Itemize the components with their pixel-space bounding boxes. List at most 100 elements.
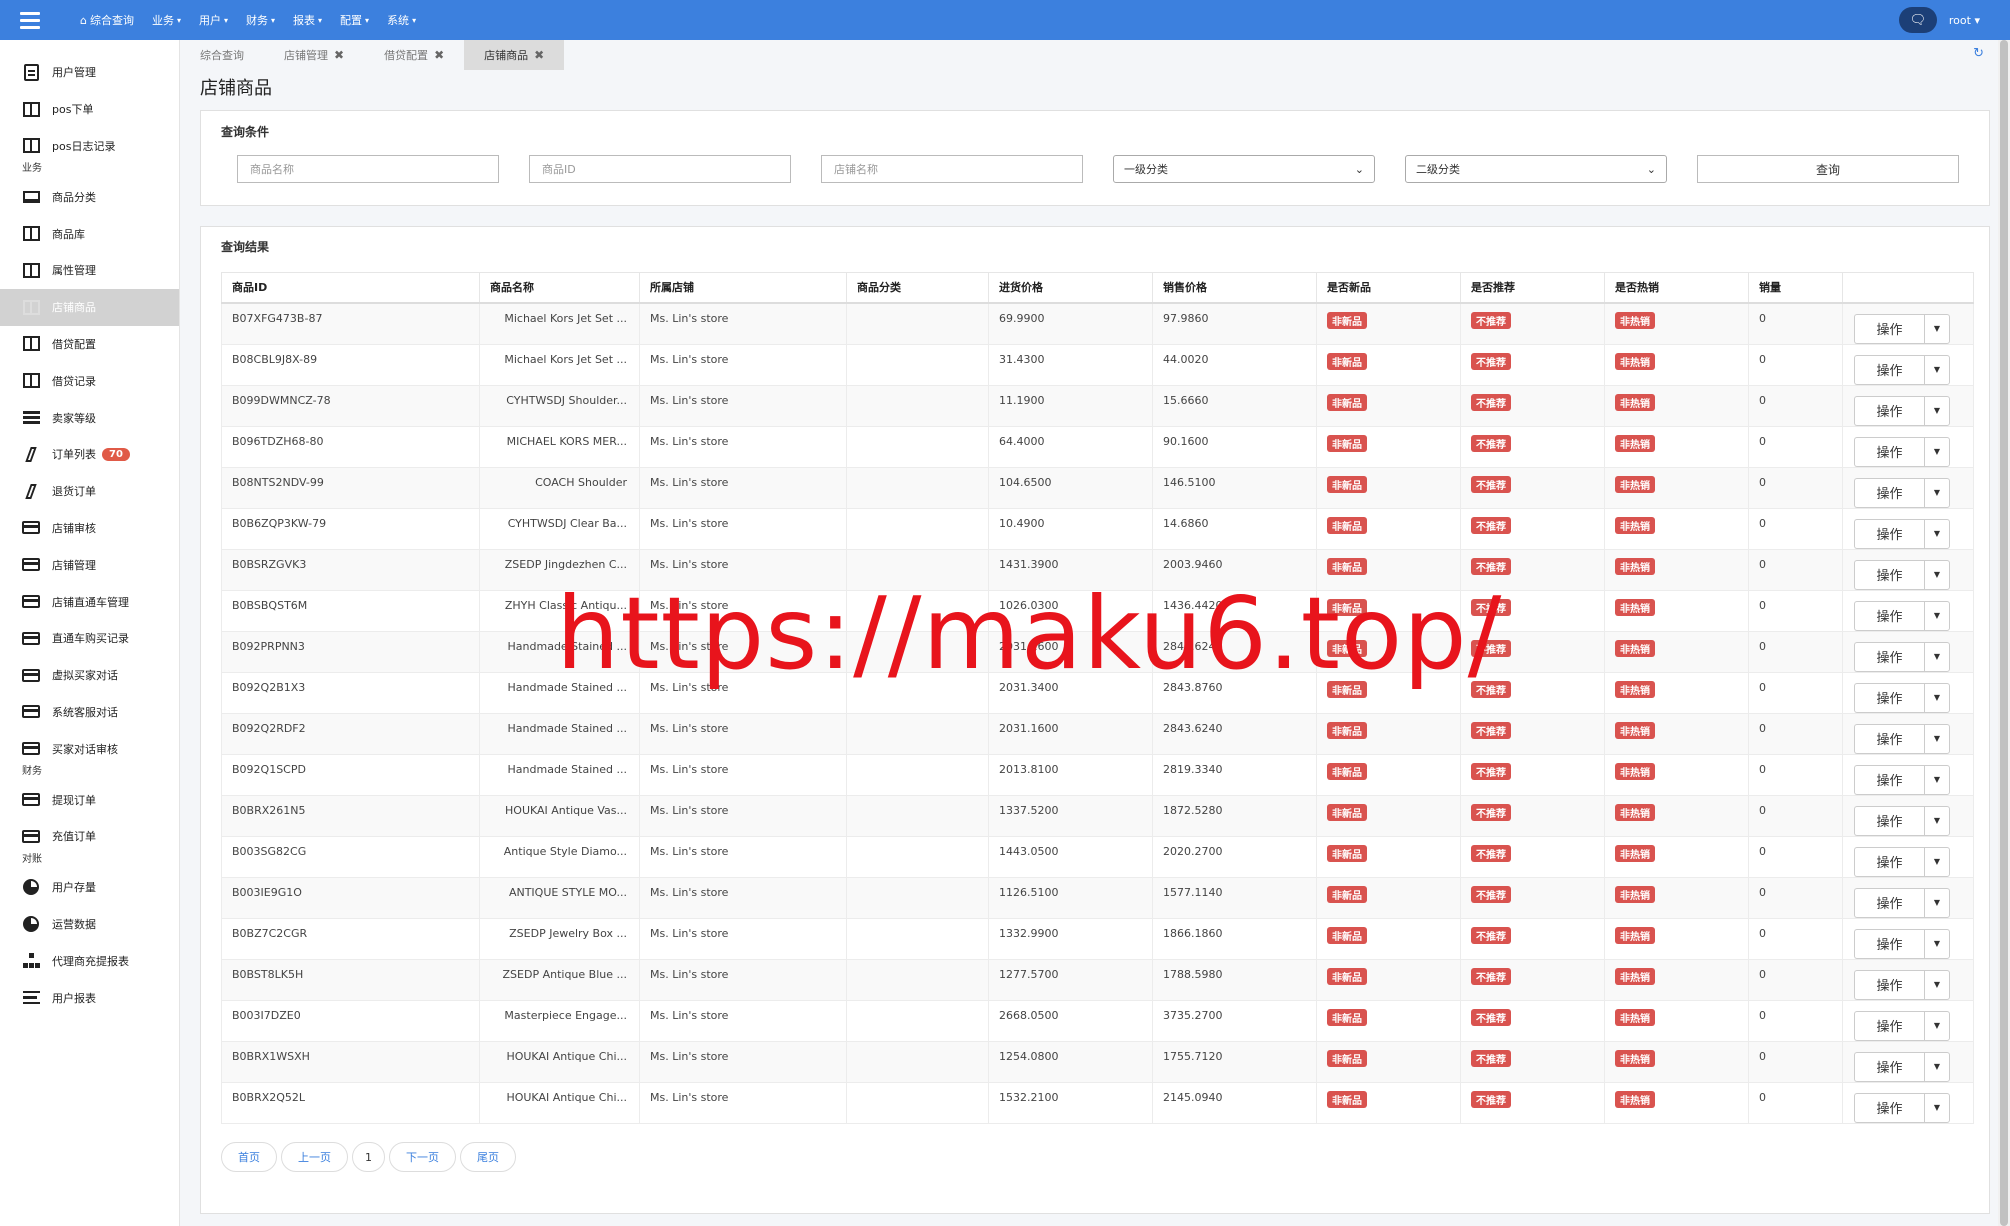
cell-product-name: Antique Style Diamo... [479,835,640,878]
sidebar-item[interactable]: 店铺审核 [0,510,179,547]
caret-down-icon[interactable]: ▼ [1924,1092,1950,1122]
last-page-button[interactable]: 尾页 [460,1142,516,1172]
sidebar-item[interactable]: pos日志记录 [0,128,179,165]
close-icon[interactable]: ✖ [334,48,344,62]
action-button[interactable]: 操作 [1854,723,1924,753]
scrollbar-thumb[interactable] [2000,40,2008,1226]
topnav-item[interactable]: 配置 ▾ [340,12,369,28]
caret-down-icon[interactable]: ▼ [1924,641,1950,671]
close-icon[interactable]: ✖ [434,48,444,62]
tab-item[interactable]: 店铺管理 ✖ [264,40,364,70]
action-button[interactable]: 操作 [1854,969,1924,999]
caret-down-icon[interactable]: ▼ [1924,887,1950,917]
sidebar-item[interactable]: 用户存量 [0,869,179,906]
action-button[interactable]: 操作 [1854,313,1924,344]
sidebar-item[interactable]: 买家对话审核 [0,730,179,767]
refresh-icon[interactable]: ↻ [1973,46,1984,61]
sidebar-item[interactable]: 属性管理 [0,252,179,289]
tab-item[interactable]: 综合查询 [180,40,264,70]
action-button[interactable]: 操作 [1854,641,1924,671]
menu-toggle-icon[interactable] [0,0,60,40]
action-button[interactable]: 操作 [1854,1092,1924,1122]
action-button[interactable]: 操作 [1854,846,1924,876]
caret-down-icon[interactable]: ▼ [1924,928,1950,958]
product-name-input[interactable]: 商品名称 [237,155,499,183]
caret-down-icon[interactable]: ▼ [1924,354,1950,384]
caret-down-icon[interactable]: ▼ [1924,1051,1950,1081]
caret-down-icon[interactable]: ▼ [1924,600,1950,630]
sidebar-item[interactable]: 商品库 [0,215,179,252]
action-button[interactable]: 操作 [1854,436,1924,466]
topnav-item[interactable]: 报表 ▾ [293,12,322,28]
sidebar-item[interactable]: pos下单 [0,91,179,128]
topnav-item[interactable]: 财务 ▾ [246,12,275,28]
cell-category [846,753,989,796]
shop-name-input[interactable]: 店铺名称 [821,155,1083,183]
sidebar-item[interactable]: 直通车购买记录 [0,620,179,657]
sidebar-item-label: 买家对话审核 [52,742,118,756]
action-button[interactable]: 操作 [1854,395,1924,425]
caret-down-icon[interactable]: ▼ [1924,846,1950,876]
action-button[interactable]: 操作 [1854,518,1924,548]
page-scrollbar[interactable] [1998,40,2010,1226]
sidebar-item[interactable]: 用户管理 [0,54,179,91]
caret-down-icon[interactable]: ▼ [1924,1010,1950,1040]
category2-select[interactable]: 二级分类 ⌄ [1405,155,1667,183]
caret-down-icon[interactable]: ▼ [1924,436,1950,466]
topnav-item[interactable]: 业务 ▾ [152,12,181,28]
sidebar-item[interactable]: 店铺直通车管理 [0,583,179,620]
user-menu[interactable]: root ▾ [1949,14,1980,27]
query-button[interactable]: 查询 [1697,155,1959,183]
sidebar-item[interactable]: 代理商充提报表 [0,942,179,979]
sidebar-item[interactable]: 提现订单 [0,781,179,818]
action-button[interactable]: 操作 [1854,1010,1924,1040]
caret-down-icon[interactable]: ▼ [1924,969,1950,999]
action-button[interactable]: 操作 [1854,682,1924,712]
tab-item[interactable]: 借贷配置 ✖ [364,40,464,70]
first-page-button[interactable]: 首页 [221,1142,277,1172]
sidebar-item[interactable]: 商品分类 [0,178,179,215]
action-button[interactable]: 操作 [1854,600,1924,630]
sidebar-item[interactable]: 虚拟买家对话 [0,657,179,694]
chat-icon[interactable]: 🗨 [1898,7,1937,33]
sidebar-item[interactable]: 店铺管理 [0,546,179,583]
action-button[interactable]: 操作 [1854,559,1924,589]
product-id-input[interactable]: 商品ID [529,155,791,183]
action-button[interactable]: 操作 [1854,805,1924,835]
caret-down-icon[interactable]: ▼ [1924,395,1950,425]
topnav-item[interactable]: 系统 ▾ [387,12,416,28]
sidebar-item[interactable]: 系统客服对话 [0,694,179,731]
caret-down-icon[interactable]: ▼ [1924,559,1950,589]
sidebar-item[interactable]: 订单列表 70 [0,436,179,473]
caret-down-icon[interactable]: ▼ [1924,805,1950,835]
caret-down-icon[interactable]: ▼ [1924,764,1950,794]
topnav-item[interactable]: 用户 ▾ [199,12,228,28]
sidebar-item[interactable]: 店铺商品 [0,288,179,326]
tab-item[interactable]: 店铺商品 ✖ [464,40,565,70]
topnav-item[interactable]: ⌂ 综合查询 [80,12,134,28]
caret-down-icon[interactable]: ▼ [1924,682,1950,712]
category1-select[interactable]: 一级分类 ⌄ [1113,155,1375,183]
action-button[interactable]: 操作 [1854,1051,1924,1081]
sidebar-item[interactable]: 借贷配置 [0,326,179,363]
cell-shop: Ms. Lin's store [639,384,847,427]
sidebar-item[interactable]: 卖家等级 [0,399,179,436]
sidebar-item[interactable]: 用户报表 [0,979,179,1016]
sidebar-item[interactable]: 退货订单 [0,473,179,510]
caret-down-icon[interactable]: ▼ [1924,477,1950,507]
next-page-button[interactable]: 下一页 [389,1142,456,1172]
action-button[interactable]: 操作 [1854,764,1924,794]
close-icon[interactable]: ✖ [534,48,544,62]
sidebar-item[interactable]: 运营数据 [0,906,179,943]
caret-down-icon[interactable]: ▼ [1924,518,1950,548]
caret-down-icon[interactable]: ▼ [1924,313,1950,344]
action-button[interactable]: 操作 [1854,887,1924,917]
sidebar-item[interactable]: 充值订单 [0,818,179,855]
action-button[interactable]: 操作 [1854,477,1924,507]
prev-page-button[interactable]: 上一页 [281,1142,348,1172]
sidebar-item[interactable]: 借贷记录 [0,362,179,399]
action-button[interactable]: 操作 [1854,928,1924,958]
current-page[interactable]: 1 [352,1142,385,1172]
action-button[interactable]: 操作 [1854,354,1924,384]
caret-down-icon[interactable]: ▼ [1924,723,1950,753]
